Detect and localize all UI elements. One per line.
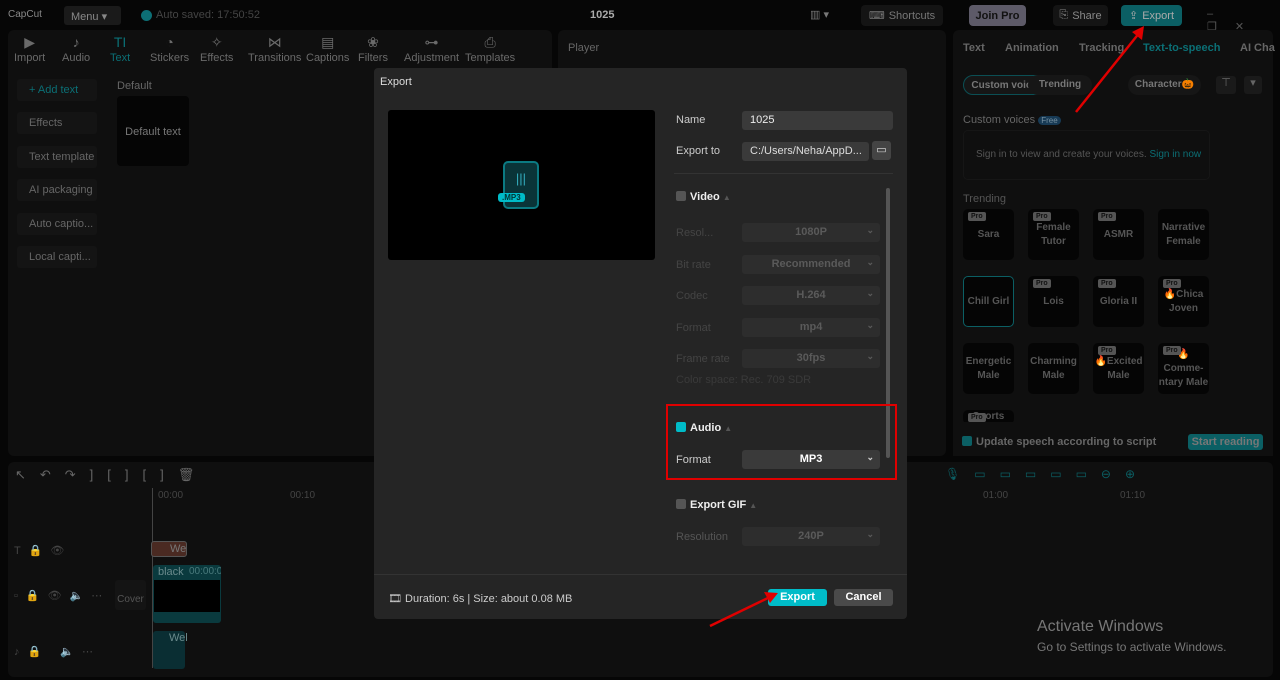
annotation-arrows — [709, 26, 1144, 628]
arrow-to-export-button — [709, 594, 773, 628]
arrow-to-export-top — [1075, 31, 1141, 113]
